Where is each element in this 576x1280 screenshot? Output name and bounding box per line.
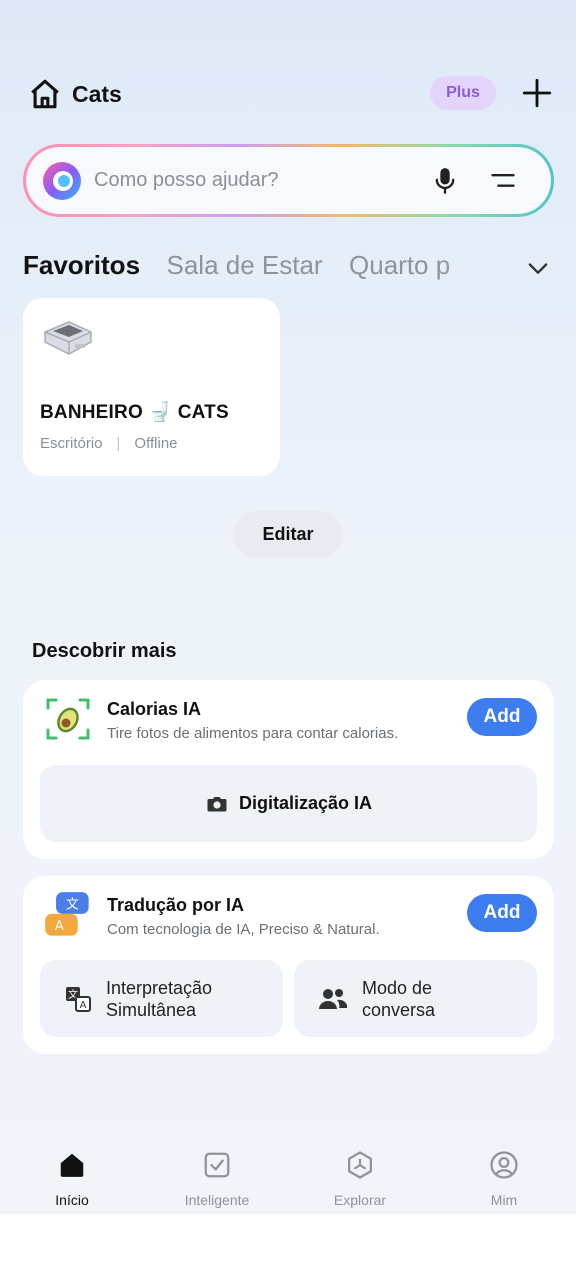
bottom-nav: Início Inteligente Explorar Mim xyxy=(0,1140,576,1214)
traducao-title: Tradução por IA xyxy=(107,895,245,915)
search-inner xyxy=(26,147,551,214)
conversation-mode-button[interactable]: Modo de conversa xyxy=(294,960,537,1037)
avocado-scan-icon xyxy=(46,698,90,740)
calorias-title: Calorias IA xyxy=(107,699,202,719)
camera-icon xyxy=(207,796,227,811)
svg-text:A: A xyxy=(55,919,64,934)
compass-icon xyxy=(348,1151,372,1179)
calorias-ia-card: Calorias IA Tire fotos de alimentos para… xyxy=(23,680,554,859)
nav-inteligente[interactable]: Inteligente xyxy=(162,1150,272,1208)
microphone-icon[interactable] xyxy=(431,167,459,195)
svg-text:文: 文 xyxy=(66,897,79,912)
litter-box-device-icon xyxy=(44,321,92,355)
device-card[interactable]: BANHEIRO 🚽 CATS Escritório | Offline xyxy=(23,298,280,476)
translate-icon: 文 A xyxy=(66,986,91,1012)
app-screen: Cats Plus Como posso ajudar? Favoritos S… xyxy=(0,0,576,1214)
ai-scan-button[interactable]: Digitalização IA xyxy=(40,765,537,842)
device-room: Escritório xyxy=(40,435,103,452)
conversation-mode-label: Modo de conversa xyxy=(362,977,436,1020)
traducao-add-button[interactable]: Add xyxy=(467,894,537,932)
simultaneous-interpretation-button[interactable]: 文 A Interpretação Simultânea xyxy=(40,960,283,1037)
system-bottom-area xyxy=(0,1214,576,1280)
room-tabs: Favoritos Sala de Estar Quarto p xyxy=(23,250,503,290)
nav-explorar-label: Explorar xyxy=(333,1192,387,1208)
tab-favoritos[interactable]: Favoritos xyxy=(23,250,140,281)
meta-separator: | xyxy=(116,435,121,452)
traducao-subtitle: Com tecnologia de IA, Preciso & Natural. xyxy=(107,921,380,938)
ai-scan-label: Digitalização IA xyxy=(238,793,373,813)
ai-assistant-logo-icon[interactable] xyxy=(42,161,82,201)
device-name: BANHEIRO 🚽 CATS xyxy=(40,402,229,423)
translate-bubbles-icon: 文 A xyxy=(45,892,89,936)
nav-inteligente-label: Inteligente xyxy=(184,1192,250,1208)
discover-title: Descobrir mais xyxy=(32,640,177,662)
nav-inicio-label: Início xyxy=(55,1192,89,1208)
profile-icon xyxy=(490,1151,518,1179)
people-icon xyxy=(319,988,348,1009)
edit-button[interactable]: Editar xyxy=(233,511,343,558)
tabs-fade xyxy=(440,250,510,290)
tab-sala-de-estar[interactable]: Sala de Estar xyxy=(166,250,322,281)
chevron-down-icon[interactable] xyxy=(524,254,552,282)
header: Cats Plus xyxy=(28,74,554,114)
search-input[interactable] xyxy=(94,169,413,192)
home-name: Cats xyxy=(72,80,122,107)
calorias-add-button[interactable]: Add xyxy=(467,698,537,736)
device-status: Offline xyxy=(134,435,178,452)
nav-mim-label: Mim xyxy=(490,1192,518,1208)
add-icon[interactable] xyxy=(520,76,554,110)
nav-mim[interactable]: Mim xyxy=(449,1150,559,1208)
menu-lines-icon[interactable] xyxy=(489,167,517,195)
calorias-subtitle: Tire fotos de alimentos para contar calo… xyxy=(107,725,399,742)
plus-badge[interactable]: Plus xyxy=(430,76,496,110)
assistant-search-bar xyxy=(23,144,554,217)
nav-inicio[interactable]: Início xyxy=(17,1150,127,1208)
device-meta: Escritório | Offline xyxy=(40,435,178,452)
home-selector[interactable]: Cats xyxy=(28,77,122,111)
house-icon xyxy=(31,79,59,109)
svg-text:A: A xyxy=(80,1000,87,1011)
traducao-ia-card: 文 A Tradução por IA Com tecnologia de IA… xyxy=(23,876,554,1054)
home-icon xyxy=(60,1153,84,1177)
tab-quarto[interactable]: Quarto p xyxy=(349,250,450,281)
check-square-icon xyxy=(204,1152,230,1178)
simultaneous-interpretation-label: Interpretação Simultânea xyxy=(106,977,213,1020)
nav-explorar[interactable]: Explorar xyxy=(305,1150,415,1208)
